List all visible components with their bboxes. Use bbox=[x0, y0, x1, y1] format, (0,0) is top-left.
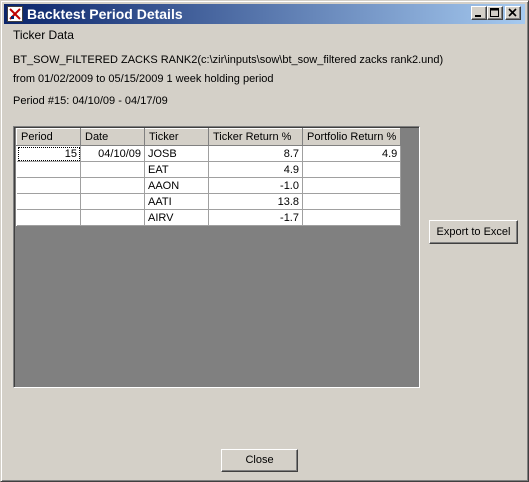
table-row[interactable]: AIRV -1.7 bbox=[16, 209, 402, 226]
minimize-button[interactable] bbox=[471, 6, 487, 20]
minimize-icon bbox=[475, 15, 481, 17]
cell-period[interactable] bbox=[16, 209, 81, 226]
cell-ticker-return[interactable]: -1.7 bbox=[208, 209, 303, 226]
cell-portfolio-return[interactable] bbox=[302, 209, 402, 226]
close-icon bbox=[508, 8, 517, 17]
date-range-text: from 01/02/2009 to 05/15/2009 1 week hol… bbox=[13, 73, 274, 85]
table-row[interactable]: AAON -1.0 bbox=[16, 177, 402, 194]
cell-period[interactable]: 15 bbox=[16, 145, 81, 162]
maximize-icon bbox=[490, 8, 499, 17]
cell-portfolio-return[interactable] bbox=[302, 193, 402, 210]
cell-ticker-return[interactable]: 8.7 bbox=[208, 145, 303, 162]
cell-date[interactable] bbox=[80, 193, 145, 210]
cell-date[interactable] bbox=[80, 209, 145, 226]
column-header-ticker-return[interactable]: Ticker Return % bbox=[208, 128, 303, 146]
backtest-period-details-window: Backtest Period Details Ticker Data BT_S… bbox=[0, 0, 529, 482]
cell-ticker-return[interactable]: -1.0 bbox=[208, 177, 303, 194]
window-title: Backtest Period Details bbox=[27, 6, 183, 22]
ticker-data-grid[interactable]: Period Date Ticker Ticker Return % Portf… bbox=[13, 126, 420, 388]
ticker-table[interactable]: Period Date Ticker Ticker Return % Portf… bbox=[16, 128, 402, 226]
close-button[interactable] bbox=[505, 6, 521, 20]
title-bar[interactable]: Backtest Period Details bbox=[4, 4, 525, 24]
cell-ticker[interactable]: AAON bbox=[144, 177, 209, 194]
cell-period[interactable] bbox=[16, 177, 81, 194]
column-header-portfolio-return[interactable]: Portfolio Return % bbox=[301, 128, 402, 146]
column-header-date[interactable]: Date bbox=[80, 128, 145, 146]
cell-ticker-return[interactable]: 4.9 bbox=[208, 161, 303, 178]
app-icon[interactable] bbox=[7, 6, 23, 22]
cell-ticker[interactable]: AIRV bbox=[144, 209, 209, 226]
cell-portfolio-return[interactable] bbox=[302, 161, 402, 178]
column-header-ticker[interactable]: Ticker bbox=[144, 128, 209, 146]
period-text: Period #15: 04/10/09 - 04/17/09 bbox=[13, 95, 168, 107]
cell-ticker-return[interactable]: 13.8 bbox=[208, 193, 303, 210]
cell-ticker[interactable]: AATI bbox=[144, 193, 209, 210]
cell-portfolio-return[interactable]: 4.9 bbox=[302, 145, 402, 162]
cell-ticker[interactable]: EAT bbox=[144, 161, 209, 178]
cell-period[interactable] bbox=[16, 161, 81, 178]
maximize-button[interactable] bbox=[487, 6, 503, 20]
cell-portfolio-return[interactable] bbox=[302, 177, 402, 194]
table-row[interactable]: EAT 4.9 bbox=[16, 161, 402, 178]
table-row[interactable]: AATI 13.8 bbox=[16, 193, 402, 210]
table-row[interactable]: 15 04/10/09 JOSB 8.7 4.9 bbox=[16, 145, 402, 162]
column-header-period[interactable]: Period bbox=[16, 128, 81, 146]
model-path-text: BT_SOW_FILTERED ZACKS RANK2(c:\zir\input… bbox=[13, 54, 444, 66]
cell-date[interactable] bbox=[80, 161, 145, 178]
close-dialog-button[interactable]: Close bbox=[221, 449, 298, 472]
cell-ticker[interactable]: JOSB bbox=[144, 145, 209, 162]
export-to-excel-button[interactable]: Export to Excel bbox=[429, 220, 518, 244]
cell-date[interactable]: 04/10/09 bbox=[80, 145, 145, 162]
table-header-row: Period Date Ticker Ticker Return % Portf… bbox=[16, 128, 402, 146]
section-title: Ticker Data bbox=[13, 28, 74, 42]
cell-date[interactable] bbox=[80, 177, 145, 194]
cell-period[interactable] bbox=[16, 193, 81, 210]
